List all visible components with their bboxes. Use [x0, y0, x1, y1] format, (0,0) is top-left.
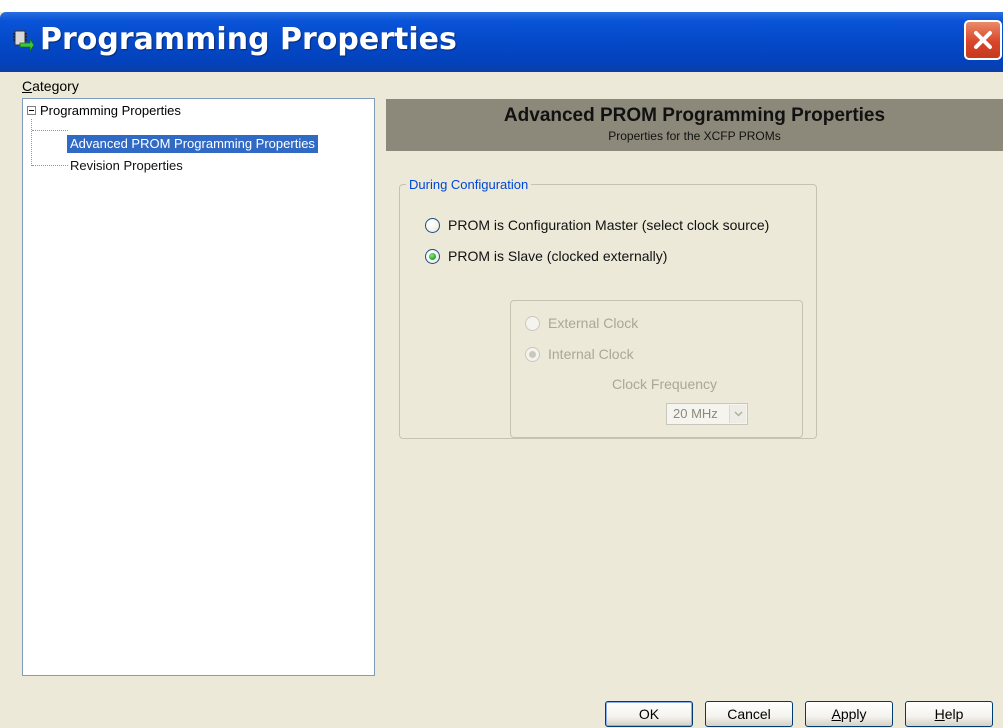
tree-root-programming-properties[interactable]: Programming Properties — [27, 102, 181, 119]
during-configuration-legend: During Configuration — [409, 177, 529, 192]
radio-internal-clock[interactable]: Internal Clock — [525, 346, 634, 362]
clock-frequency-value: 20 MHz — [673, 406, 718, 421]
radio-button[interactable] — [525, 346, 540, 362]
category-label: Category — [22, 78, 79, 94]
category-tree[interactable]: Programming Properties Advanced PROM Pro… — [22, 98, 375, 676]
radio-button[interactable] — [425, 217, 440, 233]
chevron-down-icon[interactable] — [729, 405, 746, 423]
dialog-window: Programming Properties Category Programm… — [0, 12, 1003, 728]
collapse-icon[interactable] — [27, 106, 36, 115]
radio-button[interactable] — [425, 248, 440, 264]
close-icon — [974, 31, 992, 49]
radio-label: PROM is Slave (clocked externally) — [448, 248, 668, 264]
cancel-button[interactable]: Cancel — [705, 701, 793, 727]
tree-connector — [32, 130, 68, 131]
ok-button[interactable]: OK — [605, 701, 693, 727]
apply-button[interactable]: Apply — [805, 701, 893, 727]
radio-label: External Clock — [548, 315, 639, 331]
radio-external-clock[interactable]: External Clock — [525, 315, 638, 331]
radio-prom-configuration-master[interactable]: PROM is Configuration Master (select clo… — [425, 217, 769, 233]
tree-connector — [32, 165, 68, 166]
close-button[interactable] — [964, 20, 1002, 60]
panel-subtitle: Properties for the XCFP PROMs — [608, 129, 781, 143]
help-button[interactable]: Help — [905, 701, 993, 727]
panel-title: Advanced PROM Programming Properties — [503, 105, 886, 126]
radio-button[interactable] — [525, 315, 540, 331]
tree-item-revision-properties[interactable]: Revision Properties — [67, 157, 186, 175]
panel-header: Advanced PROM Programming Properties Pro… — [386, 99, 1003, 151]
clock-frequency-select[interactable]: 20 MHz — [666, 403, 748, 425]
tree-root-label: Programming Properties — [40, 103, 181, 118]
radio-prom-slave[interactable]: PROM is Slave (clocked externally) — [425, 248, 667, 264]
window-title: Programming Properties — [40, 22, 457, 57]
clock-frequency-label: Clock Frequency — [612, 376, 718, 392]
radio-label: Internal Clock — [548, 346, 634, 362]
tree-item-advanced-prom-programming-properties[interactable]: Advanced PROM Programming Properties — [67, 135, 318, 153]
tree-connector — [31, 119, 32, 166]
programmer-icon — [12, 29, 35, 55]
radio-label: PROM is Configuration Master (select clo… — [448, 217, 770, 233]
title-bar[interactable]: Programming Properties — [0, 12, 1003, 72]
